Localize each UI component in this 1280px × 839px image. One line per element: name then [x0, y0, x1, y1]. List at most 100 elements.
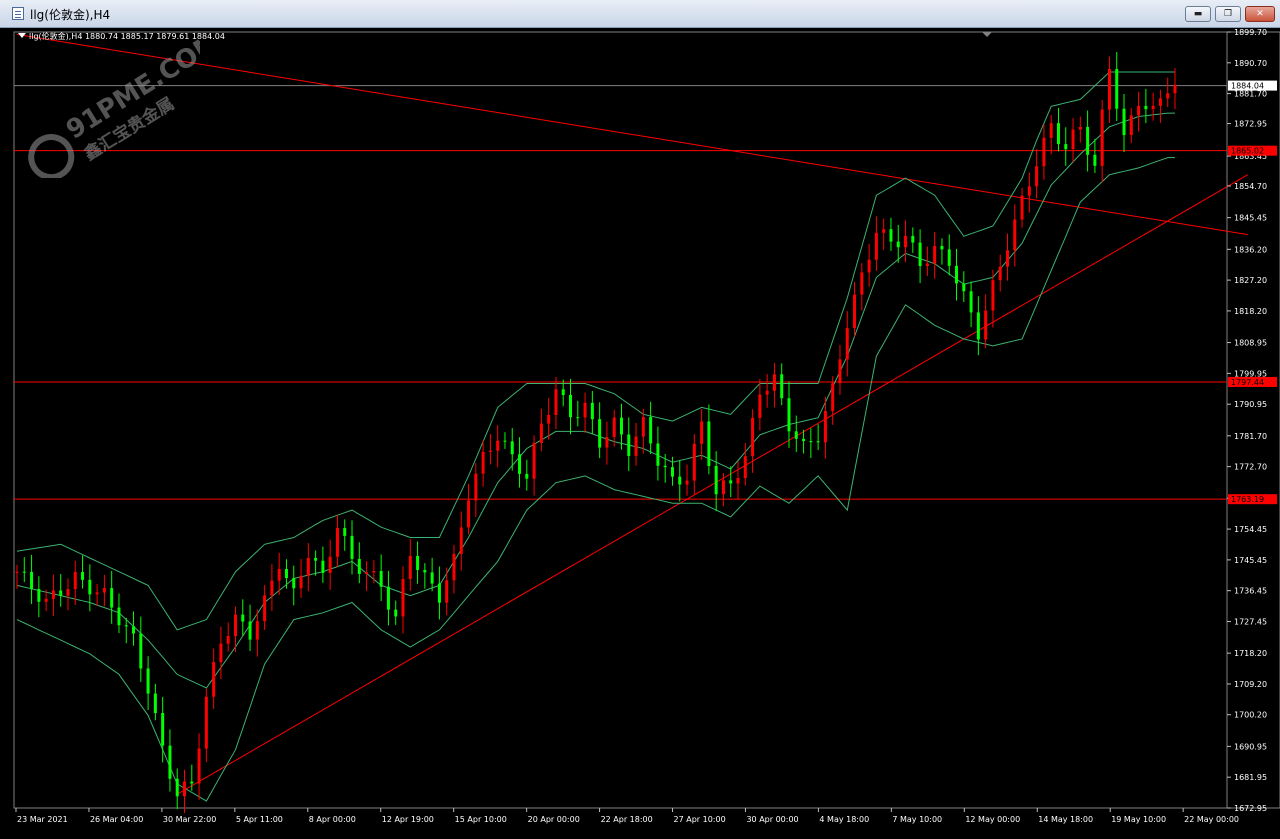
- candle-body: [372, 571, 376, 573]
- candle-body: [1173, 84, 1177, 94]
- candle-body: [539, 423, 543, 443]
- price-tick-label: 1690.95: [1234, 742, 1267, 751]
- candle-body: [823, 411, 827, 443]
- candle-body: [853, 294, 857, 329]
- price-tick-label: 1709.20: [1234, 680, 1267, 689]
- candle-body: [634, 436, 638, 456]
- candle-body: [780, 374, 784, 399]
- candle-body: [226, 636, 230, 644]
- candle-body: [656, 443, 660, 466]
- time-tick-label: 7 May 10:00: [892, 815, 942, 824]
- candle-body: [343, 528, 347, 536]
- candle-body: [583, 402, 587, 418]
- candle-body: [758, 394, 762, 418]
- candle-body: [976, 312, 980, 340]
- price-tick-label: 1854.70: [1234, 182, 1267, 191]
- candle-body: [212, 662, 216, 697]
- candle-body: [408, 555, 412, 580]
- candle-body: [270, 580, 274, 596]
- time-tick-label: 22 Apr 18:00: [601, 815, 653, 824]
- watermark-logo: 91PME.COM 鑫汇宝贵金属: [28, 28, 200, 178]
- candle-body: [598, 419, 602, 448]
- candle-body: [525, 473, 529, 479]
- candle-body: [386, 586, 390, 610]
- candle-body: [1086, 126, 1090, 155]
- price-tick-label: 1736.45: [1234, 587, 1267, 596]
- candle-body: [1005, 250, 1009, 267]
- candle-body: [904, 235, 908, 248]
- candle-body: [314, 557, 318, 561]
- candle-body: [452, 553, 456, 581]
- price-tick-label: 1672.95: [1234, 804, 1267, 813]
- bollinger-lower-line: [16, 157, 1175, 802]
- candle-body: [88, 579, 92, 595]
- candle-body: [1129, 115, 1133, 136]
- candle-body: [175, 778, 179, 797]
- candle-body: [321, 560, 325, 573]
- candle-body: [474, 473, 478, 501]
- candle-body: [831, 383, 835, 412]
- price-tick-label: 1727.45: [1234, 617, 1267, 626]
- candle-body: [328, 556, 332, 573]
- price-tick-label: 1790.95: [1234, 400, 1267, 409]
- candle-body: [743, 456, 747, 479]
- candle-body: [1137, 105, 1141, 116]
- price-tick-label: 1772.70: [1234, 463, 1267, 472]
- candle-body: [423, 569, 427, 573]
- candle-body: [554, 389, 558, 415]
- candle-body: [984, 310, 988, 340]
- candle-body: [1013, 219, 1017, 251]
- candle-body: [547, 414, 551, 424]
- candle-body: [445, 580, 449, 603]
- window-titlebar: llg(伦敦金),H4 ▬ ❐ ✕: [0, 0, 1280, 28]
- candle-body: [1093, 154, 1097, 166]
- candle-body: [889, 229, 893, 242]
- candle-body: [838, 359, 842, 384]
- maximize-button[interactable]: ❐: [1215, 6, 1241, 22]
- candle-body: [277, 568, 281, 581]
- candle-body: [612, 417, 616, 437]
- candle-body: [561, 389, 565, 396]
- price-tick-label: 1718.20: [1234, 649, 1267, 658]
- time-tick-label: 30 Apr 00:00: [746, 815, 798, 824]
- candle-body: [1078, 126, 1082, 130]
- level-price-tag: 1797.44: [1231, 378, 1264, 387]
- candle-body: [219, 643, 223, 663]
- price-tick-label: 1845.45: [1234, 214, 1267, 223]
- price-tick-label: 1899.70: [1234, 28, 1267, 37]
- candle-body: [306, 557, 310, 576]
- close-button[interactable]: ✕: [1245, 6, 1275, 22]
- candle-body: [991, 280, 995, 311]
- price-tick-label: 1781.70: [1234, 432, 1267, 441]
- time-tick-label: 4 May 18:00: [819, 815, 869, 824]
- candle-body: [102, 588, 106, 593]
- price-tick-label: 1745.45: [1234, 556, 1267, 565]
- candle-body: [969, 291, 973, 313]
- candle-body: [911, 235, 915, 243]
- candle-body: [576, 417, 580, 419]
- minimize-button[interactable]: ▬: [1185, 6, 1211, 22]
- candle-body: [721, 480, 725, 495]
- candle-body: [729, 480, 733, 484]
- candle-body: [365, 572, 369, 574]
- candle-body: [641, 417, 645, 437]
- time-tick-label: 8 Apr 00:00: [309, 815, 356, 824]
- bollinger-middle-line: [16, 112, 1175, 689]
- candle-body: [1049, 123, 1053, 138]
- time-tick-label: 26 Mar 04:00: [90, 815, 143, 824]
- candle-body: [66, 589, 70, 596]
- time-tick-label: 30 Mar 22:00: [163, 815, 216, 824]
- time-tick-label: 19 May 10:00: [1111, 815, 1166, 824]
- candle-body: [787, 398, 791, 432]
- candle-body: [124, 625, 128, 627]
- candle-body: [1100, 109, 1104, 166]
- candle-body: [73, 572, 77, 590]
- candle-body: [962, 283, 966, 292]
- price-tick-label: 1681.95: [1234, 773, 1267, 782]
- candle-body: [51, 590, 55, 599]
- candle-body: [670, 467, 674, 477]
- candle-body: [153, 693, 157, 714]
- chart-window[interactable]: 1899.70 1890.70 1881.70 1872.95 1863.45 1854.…: [0, 28, 1280, 839]
- candle-body: [998, 266, 1002, 281]
- candle-body: [467, 500, 471, 528]
